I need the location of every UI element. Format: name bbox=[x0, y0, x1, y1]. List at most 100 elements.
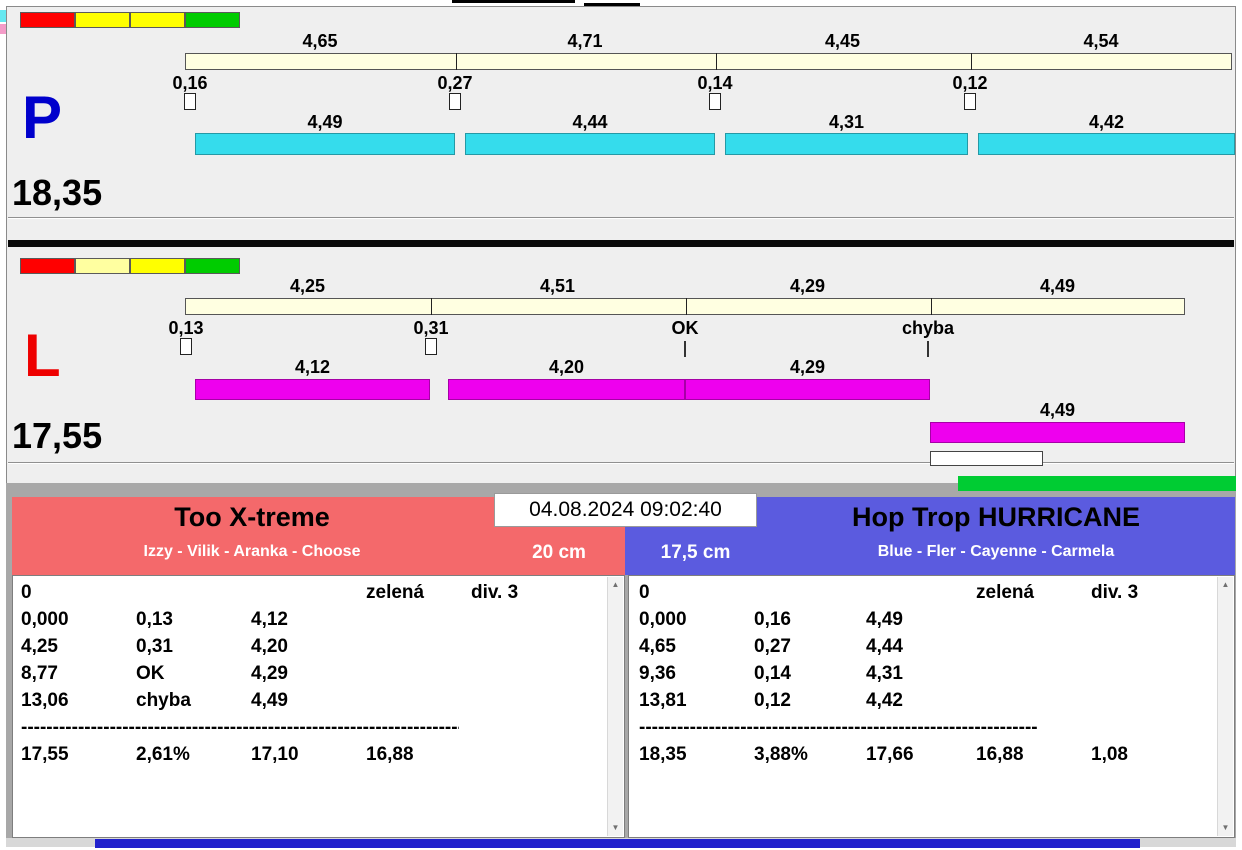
lane-l-split-bar-label: 4,20 bbox=[548, 357, 585, 377]
timing-app-screen: 4,65 4,71 4,45 4,54 0,16 0,27 0,14 0,12 … bbox=[0, 0, 1242, 850]
table-cell: 17,10 bbox=[251, 744, 299, 765]
lane-p-split-bar bbox=[725, 133, 968, 155]
table-separator: ----------------------------------------… bbox=[639, 717, 1037, 738]
lane-l-mark-tick bbox=[684, 341, 686, 357]
table-cell: div. 3 bbox=[471, 582, 519, 603]
lane-p-track bbox=[185, 53, 1232, 70]
table-row: 13,81 0,12 4,42 bbox=[629, 687, 1216, 714]
table-cell bbox=[1091, 633, 1216, 660]
lane-l-status-light-2 bbox=[75, 258, 130, 274]
lane-l-empty-marker-box bbox=[930, 451, 1043, 466]
table-cell bbox=[976, 606, 1091, 633]
table-cell: 9,36 bbox=[639, 663, 676, 684]
scroll-down-icon[interactable]: ▼ bbox=[1218, 820, 1233, 836]
table-row: 13,06 chyba 4,49 bbox=[13, 687, 606, 714]
left-result-rows: 0 zelená div. 3 0,000 0,13 4,12 4,25 0,31 4,20… bbox=[13, 579, 606, 768]
table-row: 4,65 0,27 4,44 bbox=[629, 633, 1216, 660]
table-cell: 0,13 bbox=[136, 609, 173, 630]
table-cell bbox=[471, 633, 606, 660]
lane-p-status-light-2 bbox=[75, 12, 130, 28]
right-table-scrollbar[interactable]: ▲ ▼ bbox=[1217, 577, 1233, 836]
scroll-down-icon[interactable]: ▼ bbox=[608, 820, 623, 836]
table-cell bbox=[366, 660, 471, 687]
lane-l-split-bar bbox=[448, 379, 685, 400]
table-cell bbox=[366, 606, 471, 633]
lane-l-top-split-label: 4,51 bbox=[539, 276, 576, 296]
lane-p-status-light-1 bbox=[20, 12, 75, 28]
track-divider bbox=[931, 298, 932, 315]
lane-l-baseline bbox=[8, 462, 1234, 464]
lane-p-mark-box bbox=[964, 93, 976, 110]
table-cell: div. 3 bbox=[1091, 582, 1139, 603]
lane-p-split-bar bbox=[465, 133, 715, 155]
left-team-members: Izzy - Vilik - Aranka - Choose bbox=[143, 543, 361, 560]
lane-p-mark-box bbox=[449, 93, 461, 110]
table-row: 8,77 OK 4,29 bbox=[13, 660, 606, 687]
background-window-bar bbox=[95, 839, 1140, 848]
lane-l-status-light-4 bbox=[185, 258, 240, 274]
track-divider bbox=[716, 53, 717, 70]
lane-l-mark-label: chyba bbox=[901, 318, 955, 338]
lane-p-top-split-label: 4,54 bbox=[1083, 31, 1119, 51]
table-cell: 4,49 bbox=[866, 609, 903, 630]
table-cell bbox=[754, 579, 866, 606]
table-cell bbox=[366, 687, 471, 714]
table-cell: zelená bbox=[366, 582, 425, 603]
lane-l-split-bar bbox=[195, 379, 430, 400]
table-row: 4,25 0,31 4,20 bbox=[13, 633, 606, 660]
table-cell: 0,000 bbox=[21, 609, 69, 630]
table-cell bbox=[1091, 687, 1216, 714]
lane-l-split-bar-label: 4,49 bbox=[1039, 400, 1076, 420]
right-result-table: 0 zelená div. 3 0,000 0,16 4,49 4,65 0,27 4,44… bbox=[628, 575, 1235, 838]
table-cell bbox=[251, 579, 366, 606]
table-cell: 0,27 bbox=[754, 636, 791, 657]
table-cell: 0 bbox=[639, 582, 650, 603]
lane-l-split-bar-label: 4,29 bbox=[789, 357, 826, 377]
lane-p-top-split-label: 4,45 bbox=[824, 31, 861, 51]
table-cell bbox=[1091, 606, 1216, 633]
lane-l-mark-box bbox=[425, 338, 437, 355]
table-cell bbox=[976, 660, 1091, 687]
lane-p-mark-label: 0,27 bbox=[437, 73, 473, 93]
lane-l-track bbox=[185, 298, 1185, 315]
lane-l-mark-box bbox=[180, 338, 192, 355]
lane-p-top-split-label: 4,71 bbox=[567, 31, 603, 51]
table-row: 0,000 0,16 4,49 bbox=[629, 606, 1216, 633]
right-result-rows: 0 zelená div. 3 0,000 0,16 4,49 4,65 0,27 4,44… bbox=[629, 579, 1216, 768]
lane-l-letter: L bbox=[24, 322, 61, 389]
table-cell: 17,66 bbox=[866, 744, 914, 765]
lane-l-top-split-label: 4,29 bbox=[789, 276, 826, 296]
table-cell: 0 bbox=[21, 582, 32, 603]
table-row: 9,36 0,14 4,31 bbox=[629, 660, 1216, 687]
table-cell: 13,06 bbox=[21, 690, 69, 711]
table-cell: 4,49 bbox=[251, 690, 288, 711]
lane-p-split-bar-label: 4,49 bbox=[307, 112, 343, 132]
lane-p-letter: P bbox=[22, 84, 63, 151]
track-divider bbox=[686, 298, 687, 315]
lane-l-split-bar-label: 4,12 bbox=[294, 357, 331, 377]
right-team-members: Blue - Fler - Cayenne - Carmela bbox=[877, 543, 1115, 560]
left-table-scrollbar[interactable]: ▲ ▼ bbox=[607, 577, 623, 836]
datetime-display: 04.08.2024 09:02:40 bbox=[494, 493, 757, 527]
lane-l-mark-label: 0,31 bbox=[413, 318, 449, 338]
table-cell bbox=[976, 687, 1091, 714]
table-cell bbox=[866, 579, 976, 606]
table-cell: chyba bbox=[136, 690, 191, 711]
lane-divider bbox=[8, 240, 1234, 247]
right-team-name: Hop Trop HURRICANE bbox=[852, 502, 1140, 532]
lane-p-split-bar bbox=[978, 133, 1235, 155]
lane-p-baseline bbox=[8, 217, 1234, 219]
lane-l-status-light-3 bbox=[130, 258, 185, 274]
table-cell: 16,88 bbox=[366, 744, 414, 765]
table-cell: 0,31 bbox=[136, 636, 173, 657]
lane-p-top-split-label: 4,65 bbox=[302, 31, 338, 51]
scroll-up-icon[interactable]: ▲ bbox=[1218, 577, 1233, 593]
lane-p-mark-box bbox=[184, 93, 196, 110]
table-cell: 18,35 bbox=[639, 744, 687, 765]
table-cell: 1,08 bbox=[1091, 744, 1128, 765]
table-cell: 13,81 bbox=[639, 690, 687, 711]
lane-l-total-time: 17,55 bbox=[12, 415, 103, 456]
table-cell: 0,14 bbox=[754, 663, 791, 684]
table-cell: zelená bbox=[976, 582, 1035, 603]
scroll-up-icon[interactable]: ▲ bbox=[608, 577, 623, 593]
